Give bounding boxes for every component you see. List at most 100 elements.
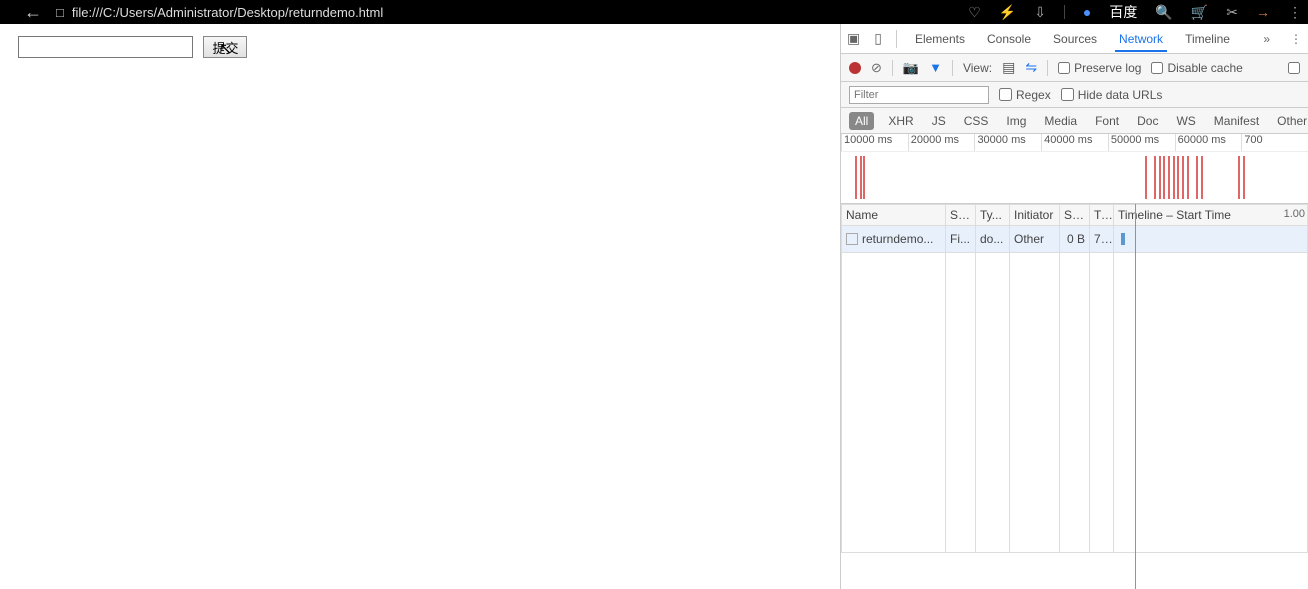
type-media[interactable]: Media <box>1040 112 1081 130</box>
extra-checkbox[interactable] <box>1288 62 1300 74</box>
type-img[interactable]: Img <box>1002 112 1030 130</box>
tab-elements[interactable]: Elements <box>911 26 969 52</box>
address-url[interactable]: file:///C:/Users/Administrator/Desktop/r… <box>72 5 383 20</box>
overview-request-bar <box>1173 156 1175 199</box>
divider <box>1064 5 1065 19</box>
cell-size: 0 B <box>1060 226 1090 253</box>
browser-right-icons: ♡ ⚡ ⇩ ● 百度 🔍 🛒 ✂ → ⋮ <box>968 0 1302 24</box>
device-toggle-icon[interactable]: ▯ <box>874 30 882 47</box>
download-icon[interactable]: ⇩ <box>1034 4 1046 21</box>
col-size[interactable]: Size <box>1060 205 1090 226</box>
filter-icon[interactable]: ▼ <box>929 60 942 75</box>
large-rows-icon[interactable]: ▤ <box>1002 59 1015 76</box>
overview-request-bar <box>1159 156 1161 199</box>
type-all[interactable]: All <box>849 112 874 130</box>
divider <box>896 30 897 48</box>
table-empty-area <box>842 253 1308 553</box>
arrow-right-icon[interactable]: → <box>1256 4 1270 20</box>
lightning-icon[interactable]: ⚡ <box>999 4 1016 21</box>
tabs-overflow-icon[interactable]: » <box>1263 32 1270 46</box>
overview-tick: 60000 ms <box>1175 134 1242 151</box>
overview-tick: 700 <box>1241 134 1308 151</box>
regex-label: Regex <box>1016 88 1051 102</box>
devtools-menu-icon[interactable]: ⋮ <box>1290 32 1302 46</box>
overview-request-bar <box>1154 156 1156 199</box>
devtools-tabs: ▣ ▯ Elements Console Sources Network Tim… <box>841 24 1308 54</box>
page-content: 提交 ↖ <box>0 24 840 70</box>
timeline-right-value: 1.00 <box>1284 208 1305 220</box>
col-time[interactable]: Ti... <box>1090 205 1114 226</box>
network-table[interactable]: Name St... Ty... Initiator Size Ti... Ti… <box>841 204 1308 553</box>
overview-tick: 10000 ms <box>841 134 908 151</box>
type-js[interactable]: JS <box>928 112 950 130</box>
network-type-row: All XHR JS CSS Img Media Font Doc WS Man… <box>841 108 1308 134</box>
overview-bars <box>841 152 1308 203</box>
table-row[interactable]: returndemo...Fi...do...Other0 B7... <box>842 226 1308 253</box>
overview-tick: 40000 ms <box>1041 134 1108 151</box>
col-timeline[interactable]: Timeline – Start Time 1.00 <box>1114 205 1308 226</box>
network-grid: Name St... Ty... Initiator Size Ti... Ti… <box>841 204 1308 589</box>
devtools-panel: ▣ ▯ Elements Console Sources Network Tim… <box>840 24 1308 589</box>
disable-cache-checkbox[interactable]: Disable cache <box>1151 61 1242 75</box>
overview-request-bar <box>863 156 865 199</box>
preserve-log-checkbox[interactable]: Preserve log <box>1058 61 1141 75</box>
screenshot-icon[interactable]: 📷 <box>903 60 919 76</box>
col-name[interactable]: Name <box>842 205 946 226</box>
type-font[interactable]: Font <box>1091 112 1123 130</box>
divider <box>1047 60 1048 76</box>
hide-data-urls-label: Hide data URLs <box>1078 88 1163 102</box>
waterfall-icon[interactable]: ⇋ <box>1025 59 1037 76</box>
cell-name[interactable]: returndemo... <box>842 226 946 253</box>
overview-request-bar <box>1168 156 1170 199</box>
type-xhr[interactable]: XHR <box>884 112 917 130</box>
col-initiator[interactable]: Initiator <box>1010 205 1060 226</box>
cell-type: do... <box>976 226 1010 253</box>
text-input[interactable] <box>18 36 193 58</box>
cell-timeline <box>1114 226 1308 253</box>
clear-icon[interactable]: ⊘ <box>871 60 882 76</box>
file-icon <box>846 233 858 245</box>
tab-sources[interactable]: Sources <box>1049 26 1101 52</box>
tab-network[interactable]: Network <box>1115 26 1167 52</box>
overview-request-bar <box>1145 156 1147 199</box>
network-toolbar: ⊘ 📷 ▼ View: ▤ ⇋ Preserve log Disable cac… <box>841 54 1308 82</box>
table-header-row[interactable]: Name St... Ty... Initiator Size Ti... Ti… <box>842 205 1308 226</box>
overview-request-bar <box>1187 156 1189 199</box>
overview-request-bar <box>1238 156 1240 199</box>
type-other[interactable]: Other <box>1273 112 1308 130</box>
overview-tick: 20000 ms <box>908 134 975 151</box>
cell-time: 7... <box>1090 226 1114 253</box>
regex-checkbox[interactable]: Regex <box>999 88 1051 102</box>
preserve-log-label: Preserve log <box>1074 61 1141 75</box>
submit-button[interactable]: 提交 <box>203 36 247 58</box>
search-icon[interactable]: 🔍 <box>1155 4 1172 21</box>
col-status[interactable]: St... <box>946 205 976 226</box>
overview-request-bar <box>1163 156 1165 199</box>
overview-request-bar <box>1201 156 1203 199</box>
overview-request-bar <box>1196 156 1198 199</box>
cart-icon[interactable]: 🛒 <box>1191 4 1208 21</box>
type-css[interactable]: CSS <box>960 112 993 130</box>
type-ws[interactable]: WS <box>1172 112 1199 130</box>
scissors-icon[interactable]: ✂ <box>1226 4 1238 21</box>
divider <box>952 60 953 76</box>
menu-icon[interactable]: ⋮ <box>1288 4 1302 21</box>
filter-input[interactable] <box>849 86 989 104</box>
back-icon[interactable]: ← <box>0 3 56 21</box>
element-picker-icon[interactable]: ▣ <box>847 30 860 47</box>
disable-cache-label: Disable cache <box>1167 61 1242 75</box>
heart-icon[interactable]: ♡ <box>968 4 981 21</box>
col-type[interactable]: Ty... <box>976 205 1010 226</box>
cell-status: Fi... <box>946 226 976 253</box>
type-manifest[interactable]: Manifest <box>1210 112 1263 130</box>
record-icon[interactable] <box>849 62 861 74</box>
baidu-circle-icon[interactable]: ● <box>1083 4 1091 20</box>
hide-data-urls-checkbox[interactable]: Hide data URLs <box>1061 88 1163 102</box>
baidu-label[interactable]: 百度 <box>1109 2 1137 22</box>
type-doc[interactable]: Doc <box>1133 112 1162 130</box>
tab-timeline[interactable]: Timeline <box>1181 26 1234 52</box>
network-filter-row: Regex Hide data URLs <box>841 82 1308 108</box>
tab-console[interactable]: Console <box>983 26 1035 52</box>
cell-initiator[interactable]: Other <box>1010 226 1060 253</box>
network-overview[interactable]: 10000 ms20000 ms30000 ms40000 ms50000 ms… <box>841 134 1308 204</box>
